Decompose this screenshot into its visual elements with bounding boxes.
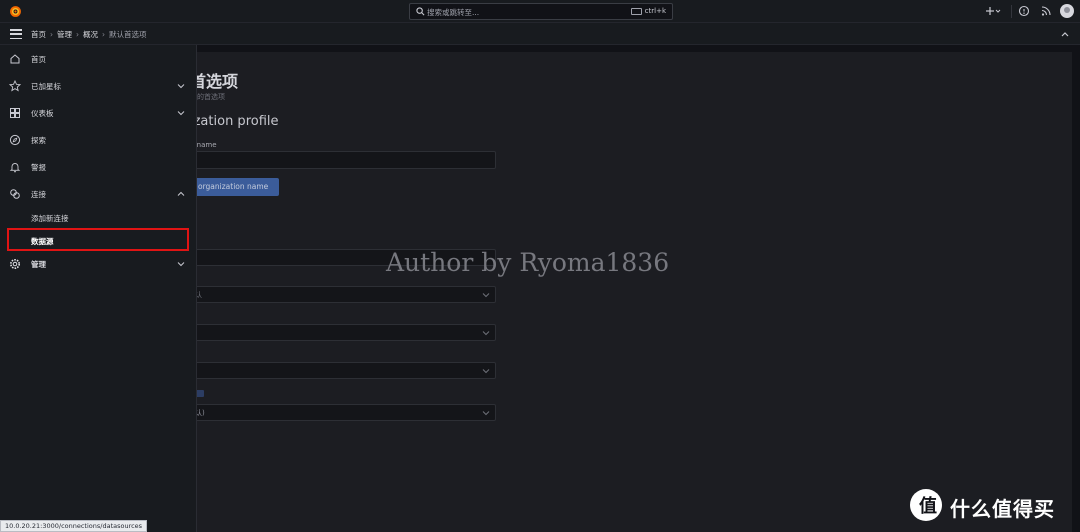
site-brand-watermark: 值 什么值得买 <box>910 489 1070 521</box>
chevron-down-icon <box>482 411 490 416</box>
menu-item-explore[interactable]: 探索 <box>0 129 197 151</box>
search-placeholder: 搜索或跳转至... <box>427 8 480 17</box>
bell-icon <box>9 163 21 173</box>
chevron-down-icon <box>482 293 490 298</box>
update-org-name-button[interactable]: organization name <box>186 178 279 196</box>
side-menu: 首页 已加星标 仪表板 探索 警报 连接 添加新连接 数据源 管理 <box>0 45 197 532</box>
hamburger-icon[interactable] <box>10 29 22 40</box>
search-bar[interactable]: 搜索或跳转至... ctrl+k <box>409 3 673 20</box>
svg-text:值: 值 <box>919 495 937 517</box>
keyboard-icon <box>630 8 642 15</box>
brand-text: 什么值得买 <box>950 497 1055 521</box>
chevron-up-icon[interactable] <box>177 190 185 198</box>
search-shortcut: ctrl+k <box>629 6 669 17</box>
chevron-down-icon[interactable] <box>177 109 185 117</box>
menu-item-connections[interactable]: 连接 <box>0 183 197 205</box>
chevron-down-icon <box>482 331 490 336</box>
chevron-up-icon[interactable] <box>1060 30 1070 38</box>
menu-label-explore: 探索 <box>31 136 46 145</box>
breadcrumb-bar: 首页 › 管理 › 概况 › 默认首选项 <box>0 23 1080 45</box>
menu-label-connections: 连接 <box>31 190 46 199</box>
menu-item-home[interactable]: 首页 <box>0 48 197 70</box>
help-icon[interactable] <box>1018 4 1030 18</box>
top-navbar: 搜索或跳转至... ctrl+k <box>0 0 1080 23</box>
week-start-select[interactable] <box>186 324 496 341</box>
star-icon <box>9 80 21 92</box>
gear-icon <box>10 259 20 269</box>
breadcrumb-home[interactable]: 首页 <box>31 30 46 39</box>
submenu-add-connection[interactable]: 添加新连接 <box>31 213 69 224</box>
menu-item-alerting[interactable]: 警报 <box>0 156 197 178</box>
brand-logo-icon: 值 <box>910 489 942 521</box>
menu-label-dashboards: 仪表板 <box>31 109 54 118</box>
breadcrumb-general[interactable]: 概况 <box>83 30 98 39</box>
home-icon <box>10 54 20 64</box>
menu-label-administration: 管理 <box>31 260 46 269</box>
compass-icon <box>9 134 21 146</box>
author-watermark: Author by Ryoma1836 <box>386 248 670 277</box>
dashboard-grid-icon <box>10 108 20 118</box>
section-title: ization profile <box>190 114 279 129</box>
chevron-down-icon[interactable] <box>177 260 185 268</box>
timezone-select[interactable]: 认 <box>186 286 496 303</box>
highlight-annotation-box <box>7 228 189 251</box>
language-select[interactable]: 认) <box>186 404 496 421</box>
user-avatar[interactable] <box>1060 4 1074 18</box>
org-name-input[interactable] <box>186 151 496 169</box>
menu-item-starred[interactable]: 已加星标 <box>0 75 197 97</box>
menu-label-starred: 已加星标 <box>31 82 61 91</box>
chevron-down-icon[interactable] <box>177 82 185 90</box>
connections-icon <box>10 189 20 199</box>
grafana-logo-icon[interactable] <box>9 5 22 18</box>
menu-item-administration[interactable]: 管理 <box>0 253 197 275</box>
search-icon <box>416 7 425 16</box>
menu-label-alerting: 警报 <box>31 163 46 172</box>
rss-news-icon[interactable] <box>1040 4 1052 18</box>
shortcut-label: ctrl+k <box>644 7 666 15</box>
chevron-down-icon <box>482 369 490 374</box>
link-status-bar: 10.0.20.21:3000/connections/datasources <box>0 520 148 532</box>
page-title: 首选项 <box>190 72 239 91</box>
breadcrumb: 首页 › 管理 › 概况 › 默认首选项 <box>31 30 147 39</box>
menu-label-home: 首页 <box>31 55 46 64</box>
breadcrumb-admin[interactable]: 管理 <box>57 30 72 39</box>
menu-item-dashboards[interactable]: 仪表板 <box>0 102 197 124</box>
new-plus-icon[interactable] <box>984 4 1002 18</box>
toolbar-divider <box>1011 5 1012 18</box>
breadcrumb-current: 默认首选项 <box>109 30 147 39</box>
theme-select[interactable] <box>186 362 496 379</box>
